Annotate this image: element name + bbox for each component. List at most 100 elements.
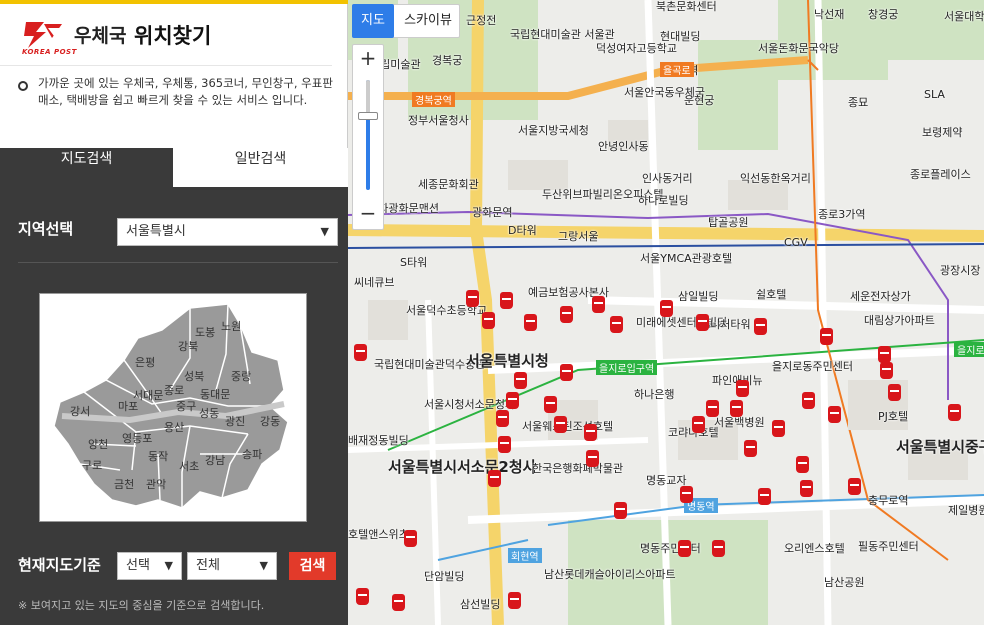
district-nowon[interactable]: 노원 bbox=[221, 318, 241, 334]
place-label: 오리엔스호텔 bbox=[784, 542, 845, 555]
post-office-marker[interactable] bbox=[680, 486, 693, 503]
post-office-marker[interactable] bbox=[888, 384, 901, 401]
post-office-marker[interactable] bbox=[560, 306, 573, 323]
post-office-marker[interactable] bbox=[758, 488, 771, 505]
post-office-marker[interactable] bbox=[356, 588, 369, 605]
post-office-marker[interactable] bbox=[848, 478, 861, 495]
district-yongsan[interactable]: 용산 bbox=[164, 419, 184, 435]
post-office-marker[interactable] bbox=[712, 540, 725, 557]
post-office-marker[interactable] bbox=[706, 400, 719, 417]
scope-select[interactable]: 전체 ▼ bbox=[187, 552, 277, 580]
district-gwanak[interactable]: 관악 bbox=[146, 476, 166, 492]
district-gangseo[interactable]: 강서 bbox=[70, 403, 90, 419]
post-office-marker[interactable] bbox=[796, 456, 809, 473]
post-office-marker[interactable] bbox=[404, 530, 417, 547]
search-button[interactable]: 검색 bbox=[289, 552, 336, 580]
place-label: 씨네큐브 bbox=[354, 276, 395, 289]
district-eunpyeong[interactable]: 은평 bbox=[135, 354, 155, 370]
post-office-marker[interactable] bbox=[524, 314, 537, 331]
district-yangcheon[interactable]: 양천 bbox=[88, 436, 108, 452]
post-office-marker[interactable] bbox=[696, 314, 709, 331]
place-label: 익선동한옥거리 bbox=[740, 172, 811, 185]
district-dongjak[interactable]: 동작 bbox=[148, 448, 168, 464]
chevron-down-icon: ▼ bbox=[320, 225, 329, 238]
post-office-marker[interactable] bbox=[496, 410, 509, 427]
district-seongbuk[interactable]: 성북 bbox=[184, 368, 204, 384]
facility-type-select[interactable]: 선택 ▼ bbox=[117, 552, 182, 580]
place-label: 남산공원 bbox=[824, 576, 865, 589]
post-office-marker[interactable] bbox=[820, 328, 833, 345]
post-office-marker[interactable] bbox=[584, 424, 597, 441]
post-office-marker[interactable] bbox=[466, 290, 479, 307]
place-label: 서울돈화문국악당 bbox=[758, 42, 839, 55]
road-label-gyeongbokgung-station: 경복궁역 bbox=[412, 92, 455, 107]
post-office-marker[interactable] bbox=[554, 416, 567, 433]
post-office-marker[interactable] bbox=[660, 300, 673, 317]
post-office-marker[interactable] bbox=[586, 450, 599, 467]
district-jongno[interactable]: 종로 bbox=[164, 382, 184, 398]
korea-post-logo-icon bbox=[24, 22, 62, 48]
post-office-marker[interactable] bbox=[506, 392, 519, 409]
logo-caption: KOREA POST bbox=[22, 48, 77, 56]
map-view-button[interactable]: 지도 bbox=[352, 4, 394, 38]
district-songpa[interactable]: 송파 bbox=[242, 446, 262, 462]
post-office-marker[interactable] bbox=[828, 406, 841, 423]
district-mapo[interactable]: 마포 bbox=[118, 398, 138, 414]
zoom-out-button[interactable]: − bbox=[352, 200, 384, 228]
post-office-marker[interactable] bbox=[592, 296, 605, 313]
place-label: 광화문역 bbox=[472, 206, 513, 219]
place-label: D타워 bbox=[508, 224, 537, 237]
post-office-marker[interactable] bbox=[614, 502, 627, 519]
district-gwangjin[interactable]: 광진 bbox=[225, 413, 245, 429]
district-jungnang[interactable]: 중랑 bbox=[231, 368, 251, 384]
district-seocho[interactable]: 서초 bbox=[179, 458, 199, 474]
map-view[interactable]: 북촌문화센터 낙선재 창경궁 서울대학교병원 근정전 국립현대미술관 서울관 현… bbox=[348, 0, 984, 625]
post-office-marker[interactable] bbox=[610, 316, 623, 333]
post-office-marker[interactable] bbox=[544, 396, 557, 413]
district-seongdong[interactable]: 성동 bbox=[199, 405, 219, 421]
post-office-marker[interactable] bbox=[772, 420, 785, 437]
post-office-marker[interactable] bbox=[498, 436, 511, 453]
district-gangdong[interactable]: 강동 bbox=[260, 413, 280, 429]
post-office-marker[interactable] bbox=[736, 380, 749, 397]
district-gangbuk[interactable]: 강북 bbox=[178, 338, 198, 354]
district-gangnam[interactable]: 강남 bbox=[205, 452, 225, 468]
post-office-marker[interactable] bbox=[514, 372, 527, 389]
district-junggu[interactable]: 중구 bbox=[176, 398, 196, 414]
post-office-marker[interactable] bbox=[678, 540, 691, 557]
post-office-marker[interactable] bbox=[354, 344, 367, 361]
skyview-button[interactable]: 스카이뷰 bbox=[397, 4, 459, 38]
seoul-district-map[interactable]: 도봉 노원 강북 은평 성북 중랑 종로 동대문 서대문 마포 중구 성동 광진… bbox=[39, 293, 307, 522]
place-label: 그랑서울 bbox=[558, 230, 599, 243]
post-office-marker[interactable] bbox=[754, 318, 767, 335]
district-dongdaemun[interactable]: 동대문 bbox=[200, 386, 230, 402]
post-office-marker[interactable] bbox=[488, 470, 501, 487]
post-office-marker[interactable] bbox=[508, 592, 521, 609]
post-office-marker[interactable] bbox=[948, 404, 961, 421]
post-office-marker[interactable] bbox=[730, 400, 743, 417]
district-geumcheon[interactable]: 금천 bbox=[114, 476, 134, 492]
tab-map-search[interactable]: 지도검색 bbox=[0, 148, 173, 187]
post-office-marker[interactable] bbox=[392, 594, 405, 611]
post-office-marker[interactable] bbox=[878, 346, 891, 363]
post-office-marker[interactable] bbox=[802, 392, 815, 409]
post-office-marker[interactable] bbox=[482, 312, 495, 329]
seosomun-office-label: 서울특별시서소문2청사 bbox=[388, 458, 537, 476]
region-select[interactable]: 서울특별시 ▼ bbox=[117, 218, 338, 246]
zoom-slider-handle[interactable] bbox=[358, 112, 378, 120]
search-panel: KOREA POST 우체국 위치찾기 가까운 곳에 있는 우체국, 우체통, … bbox=[0, 0, 348, 625]
post-office-marker[interactable] bbox=[692, 416, 705, 433]
post-office-marker[interactable] bbox=[800, 480, 813, 497]
post-office-marker[interactable] bbox=[880, 362, 893, 379]
station-label-euljiro4ga: 을지로4가역 bbox=[954, 342, 984, 357]
post-office-marker[interactable] bbox=[560, 364, 573, 381]
place-label: 탑골공원 bbox=[708, 216, 749, 229]
district-guro[interactable]: 구로 bbox=[82, 457, 102, 473]
post-office-marker[interactable] bbox=[500, 292, 513, 309]
tab-general-search[interactable]: 일반검색 bbox=[173, 148, 348, 187]
post-office-marker[interactable] bbox=[744, 440, 757, 457]
divider bbox=[18, 262, 338, 263]
district-yeongdeungpo[interactable]: 영등포 bbox=[122, 430, 152, 446]
zoom-in-button[interactable]: + bbox=[352, 44, 384, 72]
zoom-track-upper bbox=[366, 80, 370, 114]
